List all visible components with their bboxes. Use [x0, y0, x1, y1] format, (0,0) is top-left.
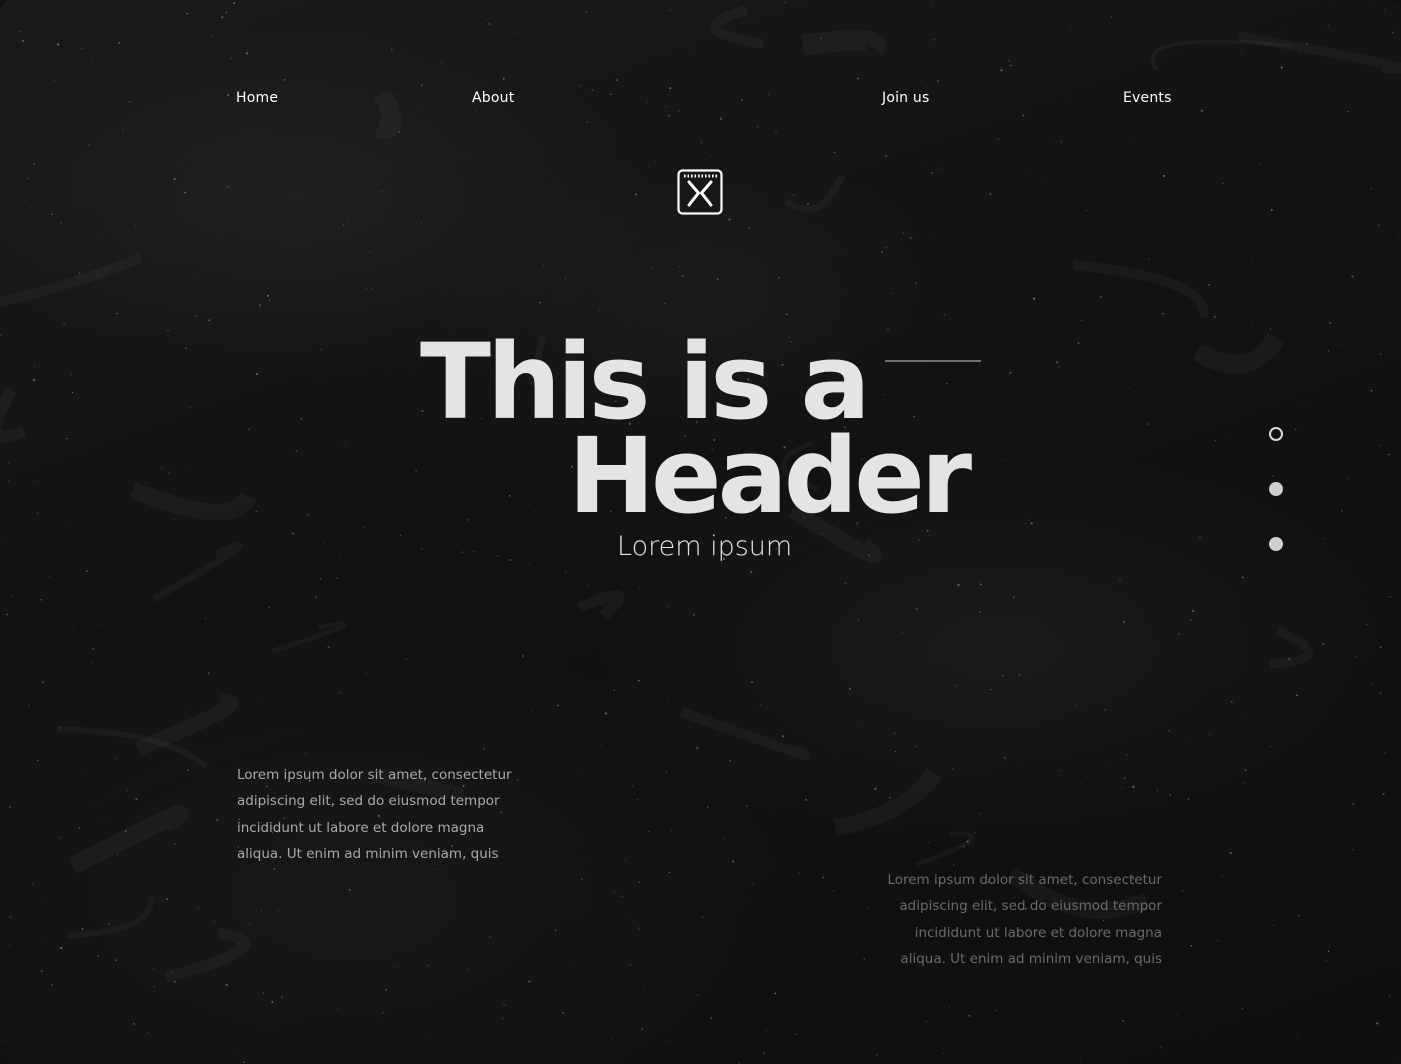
- pagination-dot-2[interactable]: [1269, 482, 1283, 496]
- paragraph-line: aliqua. Ut enim ad minim veniam, quis: [237, 845, 499, 862]
- title-accent-divider: [885, 360, 981, 362]
- paragraph-line: incididunt ut labore et dolore magna: [914, 924, 1162, 941]
- paragraph-line: Lorem ipsum dolor sit amet, consectetur: [887, 872, 1162, 888]
- hero-page: Home About Join us Events This is a Head…: [0, 0, 1401, 1064]
- pagination-dot-1-active[interactable]: [1269, 427, 1283, 441]
- nav-about-link[interactable]: About: [472, 90, 514, 106]
- pagination-dot-3[interactable]: [1269, 537, 1283, 551]
- nav-home-link[interactable]: Home: [236, 90, 278, 106]
- paragraph-line: adipiscing elit, sed do eiusmod tempor: [237, 793, 500, 810]
- paragraph-line: aliqua. Ut enim ad minim veniam, quis: [900, 950, 1162, 967]
- nav-events-link[interactable]: Events: [1123, 90, 1172, 106]
- hero-title-line-2: Header: [568, 415, 972, 537]
- paragraph-line: incididunt ut labore et dolore magna: [237, 819, 485, 836]
- hero-subtitle: Lorem ipsum: [617, 531, 793, 562]
- nav-join-us-link[interactable]: Join us: [882, 90, 929, 106]
- intro-paragraph-right: Lorem ipsum dolor sit amet, consectetur …: [862, 867, 1162, 972]
- paragraph-line: Lorem ipsum dolor sit amet, consectetur: [237, 767, 512, 783]
- x-box-logo-icon[interactable]: [677, 169, 723, 215]
- intro-paragraph-left: Lorem ipsum dolor sit amet, consectetur …: [237, 762, 537, 867]
- paragraph-line: adipiscing elit, sed do eiusmod tempor: [899, 898, 1162, 915]
